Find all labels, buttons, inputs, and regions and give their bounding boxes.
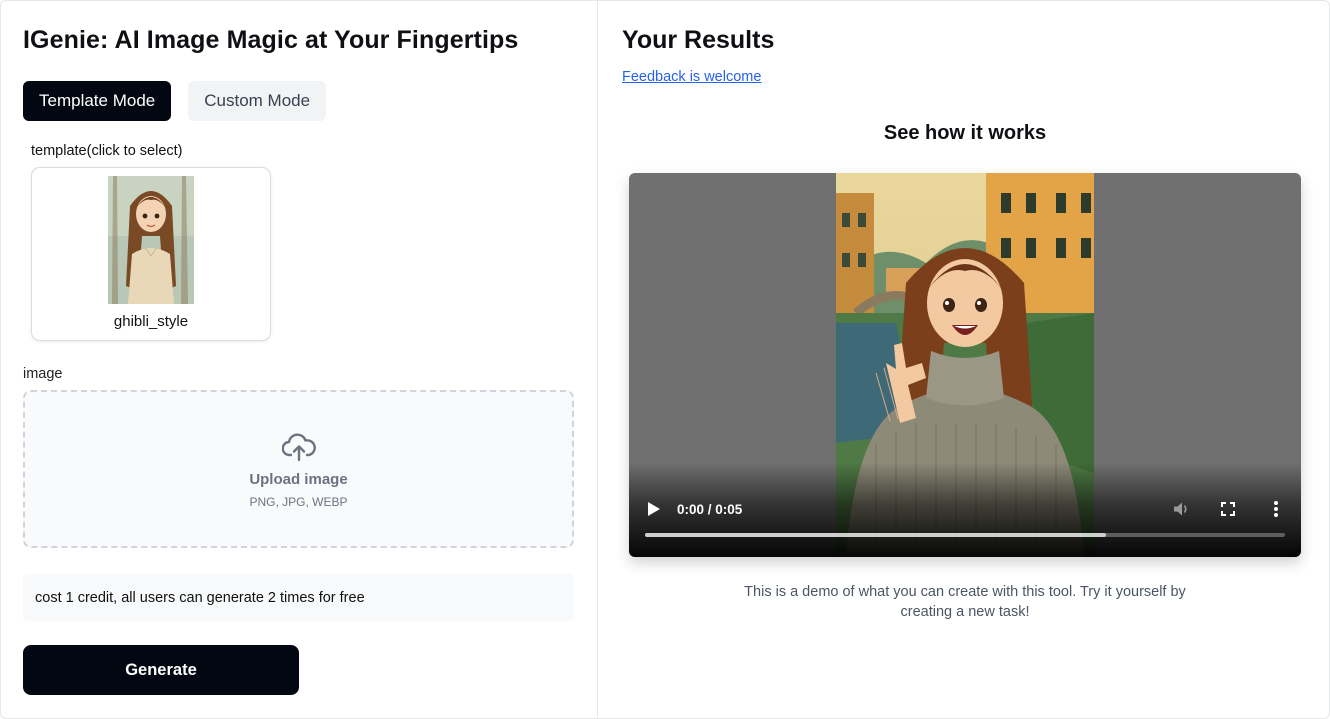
- template-name: ghibli_style: [113, 313, 189, 330]
- generate-button[interactable]: Generate: [23, 645, 299, 695]
- input-panel: IGenie: AI Image Magic at Your Fingertip…: [1, 1, 598, 718]
- cloud-upload-icon: [281, 432, 316, 462]
- app-root: IGenie: AI Image Magic at Your Fingertip…: [0, 0, 1330, 719]
- mode-tabs: Template Mode Custom Mode: [23, 81, 327, 121]
- results-panel: Your Results Feedback is welcome See how…: [598, 1, 1329, 718]
- template-card-ghibli-style[interactable]: ghibli_style: [31, 167, 271, 341]
- feedback-link[interactable]: Feedback is welcome: [622, 69, 761, 85]
- play-icon[interactable]: [647, 501, 661, 517]
- upload-formats: PNG, JPG, WEBP: [249, 495, 348, 509]
- upload-title: Upload image: [249, 471, 348, 488]
- demo-description: This is a demo of what you can create wi…: [744, 584, 1186, 620]
- template-label: template(click to select): [31, 143, 183, 159]
- cost-note: cost 1 credit, all users can generate 2 …: [23, 574, 574, 621]
- template-thumbnail: [108, 176, 194, 304]
- time-readout: 0:00 / 0:05: [677, 502, 743, 517]
- app-title: IGenie: AI Image Magic at Your Fingertip…: [23, 26, 519, 54]
- image-label: image: [23, 366, 63, 382]
- more-vert-icon[interactable]: [1273, 500, 1279, 518]
- seek-bar[interactable]: [645, 533, 1285, 537]
- demo-video-player[interactable]: 0:00 / 0:05: [629, 173, 1301, 557]
- seek-buffered: [645, 533, 1106, 537]
- results-title: Your Results: [622, 26, 775, 54]
- tab-template-mode[interactable]: Template Mode: [23, 81, 172, 121]
- image-upload-dropzone[interactable]: Upload image PNG, JPG, WEBP: [23, 390, 574, 548]
- tab-custom-mode[interactable]: Custom Mode: [188, 81, 327, 121]
- volume-icon[interactable]: [1172, 500, 1190, 518]
- demo-heading: See how it works: [883, 122, 1047, 144]
- fullscreen-icon[interactable]: [1221, 502, 1235, 516]
